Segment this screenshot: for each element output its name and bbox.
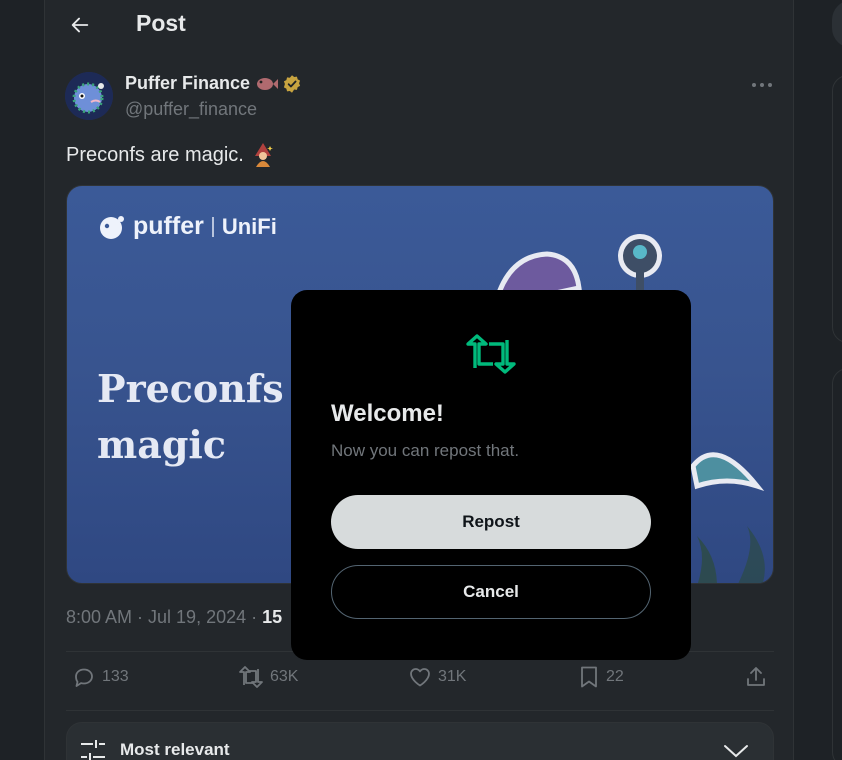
reply-count: 133 [102, 668, 129, 685]
repost-icon [239, 666, 263, 688]
sidebar-card-edge [832, 368, 842, 760]
divider [66, 710, 774, 711]
back-button[interactable] [63, 8, 97, 42]
search-field-edge[interactable] [832, 0, 842, 48]
fish-fin-illustration [690, 452, 765, 492]
post-time-text[interactable]: 8:00 AM · Jul 19, 2024 · [66, 607, 262, 627]
more-options-button[interactable] [745, 70, 779, 100]
media-brand-logo: puffer UniFi [97, 212, 277, 241]
share-icon [747, 667, 765, 686]
mage-emoji-icon [254, 143, 273, 167]
media-headline-line1: Preconfs a [97, 366, 322, 411]
like-button[interactable]: 31K [408, 665, 466, 689]
sidebar-card-edge [832, 75, 842, 343]
puffer-fish-icon [65, 72, 113, 120]
author-name-text: Puffer Finance [125, 73, 251, 93]
top-bar: Post [45, 0, 793, 50]
post-views-count: 15 [262, 607, 283, 627]
seaweed-illustration [697, 526, 765, 583]
share-button[interactable] [744, 665, 768, 689]
arrow-left-icon [71, 17, 89, 33]
media-brand-text: puffer [133, 212, 204, 240]
verified-badge-icon [283, 74, 301, 93]
author-handle[interactable]: @puffer_finance [125, 99, 257, 120]
dialog-title: Welcome! [331, 400, 444, 427]
media-partner-text: UniFi [221, 213, 277, 239]
chevron-down-icon [724, 745, 748, 758]
cancel-button[interactable]: Cancel [331, 565, 651, 619]
bookmark-button[interactable]: 22 [578, 665, 624, 689]
author-name[interactable]: Puffer Finance [125, 73, 302, 94]
repost-icon [466, 334, 516, 374]
sliders-icon [81, 740, 105, 760]
repost-confirm-button[interactable]: Repost [331, 495, 651, 549]
bookmark-icon [581, 666, 597, 688]
repost-welcome-dialog: Welcome! Now you can repost that. Repost… [291, 290, 691, 660]
repost-button[interactable]: 63K [238, 665, 298, 689]
post-text-content: Preconfs are magic. [66, 143, 244, 166]
sort-label: Most relevant [120, 740, 230, 759]
reply-sort-selector[interactable]: Most relevant [66, 722, 774, 760]
media-logo-separator [211, 216, 214, 237]
page-title: Post [136, 10, 186, 36]
bookmark-count: 22 [606, 668, 624, 685]
avatar[interactable] [65, 72, 113, 120]
repost-count: 63K [270, 668, 299, 685]
post-timestamp: 8:00 AM · Jul 19, 2024 · 15 [66, 607, 282, 628]
media-headline-line2: magic [97, 422, 226, 467]
like-count: 31K [438, 668, 467, 685]
media-headline: Preconfs a magic [97, 361, 321, 473]
puffer-logo-icon [100, 215, 124, 239]
post-text: Preconfs are magic. [66, 142, 276, 168]
reply-icon [75, 668, 93, 687]
more-horizontal-icon [752, 83, 772, 87]
puffer-fish-emoji-icon [257, 77, 279, 90]
heart-icon [410, 668, 430, 687]
reply-button[interactable]: 133 [72, 665, 129, 689]
dialog-subtitle: Now you can repost that. [331, 441, 520, 460]
post-actions-bar: 133 63K 31K 22 [66, 665, 774, 701]
